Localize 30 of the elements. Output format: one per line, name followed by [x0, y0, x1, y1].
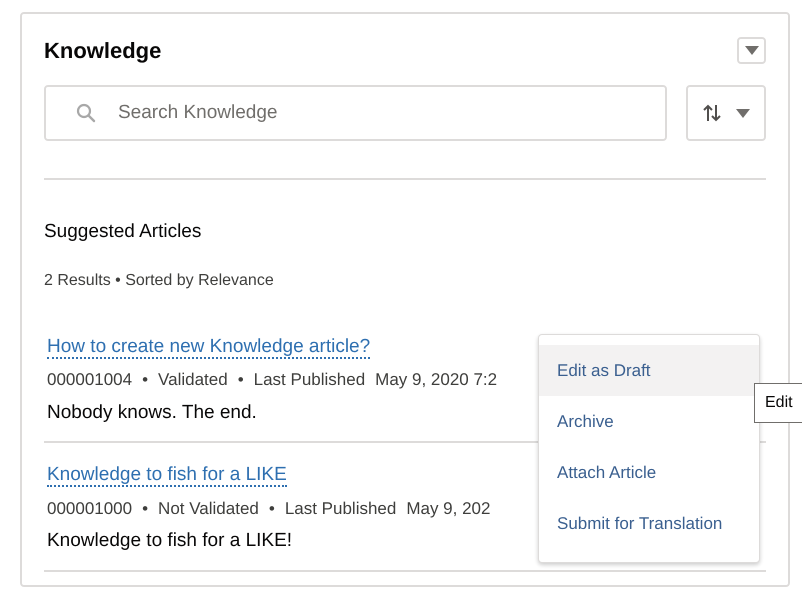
published-label: Last Published	[284, 498, 396, 520]
article-number: 000001000	[47, 498, 132, 520]
separator-dot: •	[142, 369, 148, 391]
article-link[interactable]: Knowledge to fish for a LIKE	[47, 464, 287, 487]
search-field[interactable]: Search Knowledge	[44, 85, 667, 141]
published-label: Last Published	[254, 369, 366, 391]
menu-item[interactable]: Edit as Draft	[539, 345, 759, 396]
article-snippet: Knowledge to fish for a LIKE!	[47, 529, 292, 553]
article-snippet: Nobody knows. The end.	[47, 400, 257, 424]
card-menu-button[interactable]	[737, 37, 766, 64]
published-date: May 9, 2020 7:2	[375, 369, 498, 391]
search-icon	[76, 103, 96, 123]
results-summary: 2 Results • Sorted by Relevance	[44, 270, 275, 290]
separator-dot: •	[268, 498, 275, 520]
article-status: Validated	[158, 369, 228, 391]
sort-icon	[702, 103, 722, 123]
article-number: 000001004	[47, 369, 132, 391]
card-title: Knowledge	[44, 37, 162, 65]
article-status: Not Validated	[158, 498, 259, 520]
article-link[interactable]: How to create new Knowledge article?	[47, 336, 370, 358]
caret-icon	[736, 108, 750, 118]
caret-icon	[744, 46, 758, 55]
separator-dot: •	[142, 498, 148, 520]
section-title: Suggested Articles	[44, 220, 202, 244]
separator-dot: •	[238, 369, 244, 391]
published-date: May 9, 202	[406, 498, 490, 520]
menu-item[interactable]: Submit for Translation	[539, 498, 759, 549]
tooltip: Edit	[754, 383, 802, 423]
sort-button[interactable]	[686, 85, 766, 141]
menu-item[interactable]: Attach Article	[539, 447, 759, 498]
